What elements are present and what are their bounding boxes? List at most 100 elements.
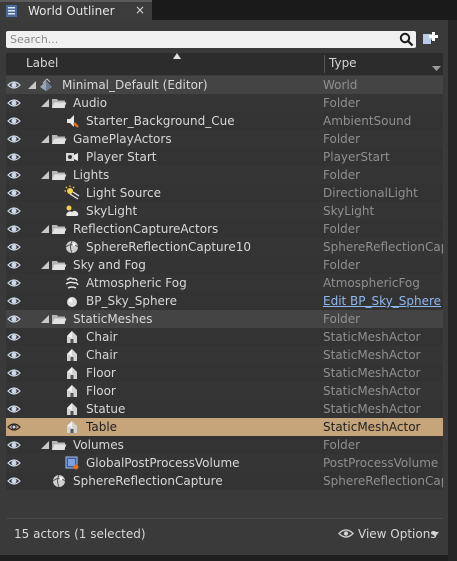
row-label: Chair (86, 348, 118, 362)
actor-row[interactable]: SkyLight SkyLight (6, 202, 443, 220)
static-mesh-icon (67, 385, 77, 397)
visibility-eye-icon[interactable] (7, 206, 21, 216)
row-label: SkyLight (86, 204, 138, 218)
row-label: BP_Sky_Sphere (86, 294, 177, 308)
actor-row[interactable]: Chair StaticMeshActor (6, 328, 443, 346)
actor-row[interactable]: GlobalPostProcessVolume PostProcessVolume (6, 454, 443, 472)
actor-count-status: 15 actors (1 selected) (14, 527, 146, 541)
visibility-eye-icon[interactable] (7, 440, 21, 450)
folder-row[interactable]: ReflectionCaptureActors Folder (6, 220, 443, 238)
visibility-eye-icon[interactable] (7, 296, 21, 306)
sort-ascending-icon[interactable] (173, 53, 181, 59)
sphere-reflection-capture-icon (65, 240, 79, 254)
search-input[interactable] (10, 31, 390, 48)
outliner-footer: 15 actors (1 selected) View Options (6, 518, 443, 546)
search-icon[interactable] (399, 32, 414, 47)
visibility-eye-icon[interactable] (7, 260, 21, 270)
visibility-eye-icon[interactable] (7, 134, 21, 144)
actor-row[interactable]: Player Start PlayerStart (6, 148, 443, 166)
row-label: SphereReflectionCapture10 (86, 240, 251, 254)
actor-row[interactable]: Table StaticMeshActor (6, 418, 443, 436)
visibility-eye-icon[interactable] (7, 152, 21, 162)
chevron-down-icon[interactable] (432, 66, 441, 71)
actor-row[interactable]: Starter_Background_Cue AmbientSound (6, 112, 443, 130)
label-column-header[interactable]: Label (26, 56, 58, 70)
row-type: AmbientSound (323, 114, 412, 128)
expand-arrow-icon[interactable] (41, 99, 49, 107)
row-type: StaticMeshActor (323, 330, 421, 344)
row-type: SphereReflectionCaptu (323, 240, 443, 254)
visibility-eye-icon[interactable] (7, 368, 21, 378)
row-label: Table (86, 420, 118, 434)
row-type: SphereReflectionCaptu (323, 474, 443, 488)
row-label: Atmospheric Fog (86, 276, 187, 290)
actor-row[interactable]: Floor StaticMeshActor (6, 382, 443, 400)
expand-arrow-icon[interactable] (41, 171, 49, 179)
folder-open-icon (52, 225, 67, 234)
visibility-eye-icon[interactable] (7, 242, 21, 252)
column-divider[interactable] (324, 55, 325, 73)
visibility-eye-icon[interactable] (7, 422, 21, 432)
visibility-eye-icon[interactable] (7, 314, 21, 324)
outliner-tree: Minimal_Default (Editor) World Audio Folder… (6, 76, 443, 490)
expand-arrow-icon[interactable] (41, 135, 49, 143)
visibility-eye-icon[interactable] (7, 170, 21, 180)
folder-row[interactable]: Sky and Fog Folder (6, 256, 443, 274)
expand-arrow-icon[interactable] (28, 81, 36, 89)
expand-arrow-icon[interactable] (41, 225, 49, 233)
actor-row[interactable]: Atmospheric Fog AtmosphericFog (6, 274, 443, 292)
add-filter-icon[interactable] (421, 30, 441, 48)
row-label: Floor (86, 384, 116, 398)
visibility-eye-icon[interactable] (7, 404, 21, 414)
actor-row[interactable]: Chair StaticMeshActor (6, 346, 443, 364)
visibility-eye-icon[interactable] (7, 224, 21, 234)
folder-row[interactable]: Volumes Folder (6, 436, 443, 454)
view-options-label: View Options (358, 527, 437, 541)
actor-row[interactable]: Light Source DirectionalLight (6, 184, 443, 202)
actor-row[interactable]: Floor StaticMeshActor (6, 364, 443, 382)
view-options-button[interactable]: View Options (338, 526, 442, 542)
column-header: Label Type (6, 53, 443, 75)
visibility-eye-icon[interactable] (7, 116, 21, 126)
folder-row[interactable]: Lights Folder (6, 166, 443, 184)
static-mesh-icon (67, 349, 77, 361)
row-type: Folder (323, 168, 361, 182)
visibility-eye-icon[interactable] (7, 386, 21, 396)
actor-row[interactable]: SphereReflectionCapture10 SphereReflectio… (6, 238, 443, 256)
row-label: GlobalPostProcessVolume (86, 456, 240, 470)
edit-blueprint-link[interactable]: Edit BP_Sky_Sphere (323, 294, 443, 308)
visibility-eye-icon[interactable] (7, 350, 21, 360)
static-mesh-icon (67, 403, 77, 415)
visibility-eye-icon[interactable] (7, 188, 21, 198)
folder-row[interactable]: Audio Folder (6, 94, 443, 112)
folder-open-icon (52, 99, 67, 108)
actor-row[interactable]: SphereReflectionCapture SphereReflectionC… (6, 472, 443, 490)
actor-row[interactable]: Minimal_Default (Editor) World (6, 76, 443, 94)
row-type: AtmosphericFog (323, 276, 420, 290)
close-icon[interactable]: × (135, 3, 145, 17)
folder-row[interactable]: StaticMeshes Folder (6, 310, 443, 328)
expand-arrow-icon[interactable] (41, 441, 49, 449)
row-label: Lights (73, 168, 110, 182)
actor-row[interactable]: BP_Sky_Sphere Edit BP_Sky_Sphere (6, 292, 443, 310)
folder-row[interactable]: GamePlayActors Folder (6, 130, 443, 148)
row-label: SphereReflectionCapture (73, 474, 223, 488)
actor-row[interactable]: Statue StaticMeshActor (6, 400, 443, 418)
row-type: Folder (323, 222, 361, 236)
visibility-eye-icon[interactable] (7, 476, 21, 486)
type-column-header[interactable]: Type (329, 56, 357, 70)
expand-arrow-icon[interactable] (41, 261, 49, 269)
visibility-eye-icon[interactable] (7, 458, 21, 468)
visibility-eye-icon[interactable] (7, 278, 21, 288)
row-type: StaticMeshActor (323, 348, 421, 362)
visibility-eye-icon[interactable] (7, 98, 21, 108)
outliner-list-icon (6, 5, 17, 17)
row-label: Statue (86, 402, 126, 416)
visibility-eye-icon[interactable] (7, 80, 21, 90)
expand-arrow-icon[interactable] (41, 315, 49, 323)
folder-open-icon (52, 441, 67, 450)
visibility-eye-icon[interactable] (7, 332, 21, 342)
row-label: Minimal_Default (Editor) (62, 78, 208, 92)
tab-world-outliner[interactable]: World Outliner × (0, 0, 152, 20)
row-type: Folder (323, 312, 361, 326)
